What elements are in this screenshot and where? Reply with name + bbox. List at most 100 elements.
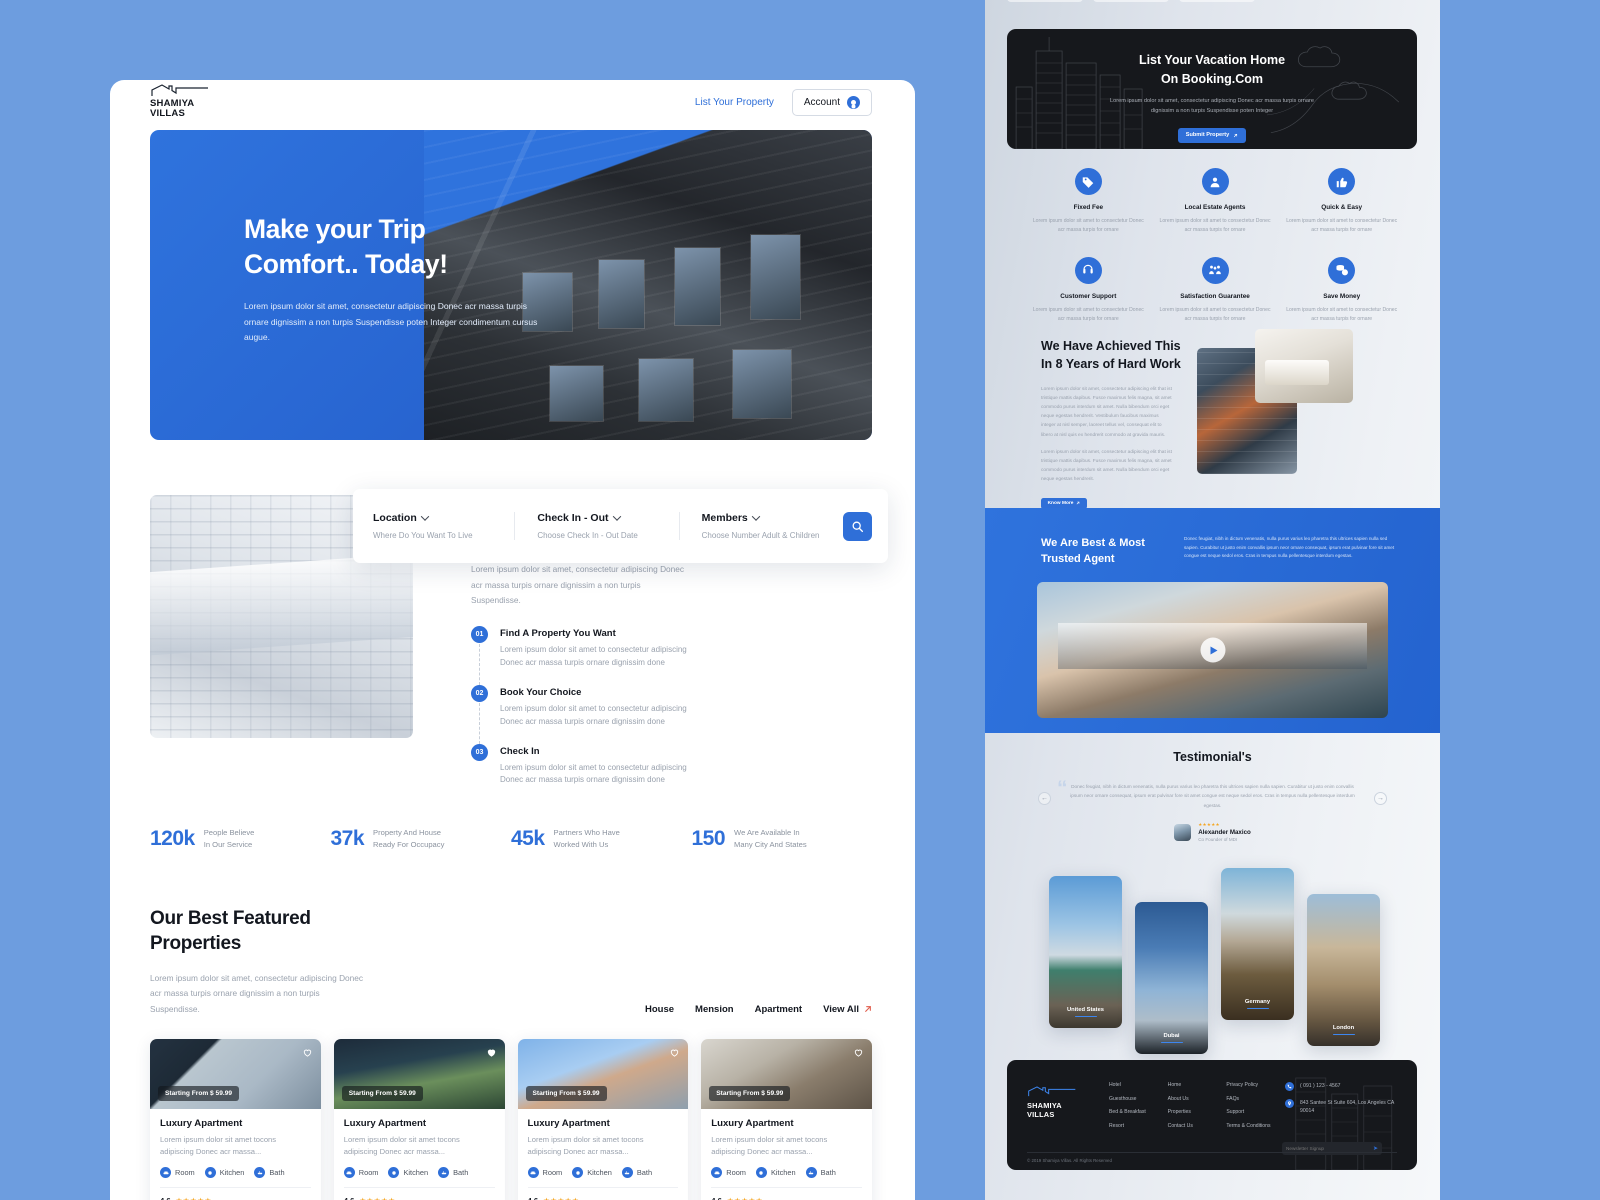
stat-label-line1: People Believe (203, 828, 255, 838)
address: 843 Santee St Suite 604, Los Angeles CA … (1300, 1100, 1395, 1115)
list-your-property-link[interactable]: List Your Property (695, 97, 774, 108)
price-badge: Starting From $ 59.99 (709, 1085, 791, 1101)
destination-card[interactable]: Germany (1221, 868, 1294, 1020)
feature-item: Local Estate Agents Lorem ipsum dolor si… (1152, 168, 1279, 235)
testimonial-quote: Donec feugiat, nibh in dictum venenatis,… (1070, 784, 1355, 808)
rating-value: 4.6 (528, 1196, 539, 1200)
account-button[interactable]: Account (791, 88, 872, 116)
footer-link[interactable]: About Us (1168, 1096, 1227, 1102)
stat-item: 120k People Believe In Our Service (150, 827, 331, 851)
property-title: Luxury Apartment (711, 1117, 794, 1129)
author-rating-stars: ★★★★★ (1198, 822, 1220, 828)
amenities-row: Room Kitchen Bath (343, 1167, 495, 1179)
feature-name: Local Estate Agents (1184, 204, 1246, 211)
phone-number[interactable]: ( 091 ) 123 - 4567 (1300, 1082, 1341, 1090)
agent-video-thumbnail[interactable] (1037, 582, 1388, 719)
property-card[interactable]: Starting From $ 59.99 Luxury Apartment L… (333, 1038, 505, 1200)
hero-title-line1: Make your Trip (244, 214, 426, 244)
rating-row: 4.6 ★★★★★ (343, 1187, 495, 1200)
phone-icon (1285, 1082, 1295, 1091)
destination-name: United States (1049, 1007, 1122, 1018)
testimonial-prev-button[interactable]: ← (1038, 792, 1051, 805)
rating-row: 4.6 ★★★★★ (711, 1187, 862, 1200)
feature-text: Lorem ipsum dolor sit amet to consectetu… (1286, 218, 1398, 233)
footer-link[interactable]: Bed & Breakfast (1109, 1109, 1168, 1115)
hero-paragraph: Lorem ipsum dolor sit amet, consectetur … (244, 300, 538, 343)
footer-link[interactable]: Hotel (1109, 1082, 1168, 1088)
footer-link[interactable]: Terms & Conditions (1226, 1123, 1285, 1129)
footer-link[interactable]: Resort (1109, 1123, 1168, 1129)
footer-link[interactable]: Privacy Policy (1226, 1082, 1285, 1088)
chevron-down-icon (612, 512, 621, 521)
price-tag-icon (1074, 168, 1102, 195)
bath-icon (438, 1167, 450, 1179)
testimonials-title: Testimonial's (1173, 750, 1252, 764)
feature-name: Customer Support (1060, 292, 1117, 300)
testimonials-section: Testimonial's “ Donec feugiat, nibh in d… (985, 750, 1440, 842)
amenities-row: Room Kitchen Bath (160, 1167, 311, 1179)
property-card[interactable]: Starting From $ 59.99 Luxury Apartment L… (701, 1038, 872, 1200)
destination-card[interactable]: Dubai (1135, 902, 1208, 1054)
play-button-icon[interactable] (1200, 637, 1225, 663)
tab-mension[interactable]: Mension (695, 1004, 734, 1015)
amenity-label: Kitchen (587, 1168, 612, 1178)
hero-copy: Make your Trip Comfort.. Today! Lorem ip… (244, 212, 544, 346)
house-logo-icon (150, 83, 216, 99)
newsletter-input[interactable] (1286, 1146, 1364, 1151)
feature-text: Lorem ipsum dolor sit amet to consectetu… (1159, 306, 1271, 322)
footer-link[interactable]: Support (1226, 1109, 1285, 1115)
brand-logo[interactable]: SHAMIYA VILLAS (150, 83, 216, 119)
location-label: Location (373, 512, 417, 524)
stat-value: 150 (691, 827, 726, 851)
footer-link[interactable]: Properties (1168, 1109, 1227, 1115)
stat-label-line2: Many City And States (734, 840, 807, 850)
search-field-dates[interactable]: Check In - Out Choose Check In - Out Dat… (514, 512, 678, 540)
property-description: Lorem ipsum dolor sit amet tocons adipis… (160, 1134, 277, 1157)
brand-line2: VILLAS (150, 107, 185, 119)
search-submit-button[interactable] (842, 511, 872, 541)
know-more-label: Know More (1047, 500, 1074, 506)
step-number: 02 (471, 685, 488, 702)
interior-room-photo (1255, 329, 1353, 403)
footer-link[interactable]: Home (1168, 1082, 1227, 1088)
property-card[interactable]: Starting From $ 59.99 Luxury Apartment L… (517, 1038, 689, 1200)
money-icon (1328, 256, 1356, 284)
amenities-row: Room Kitchen Bath (711, 1167, 862, 1179)
search-field-location[interactable]: Location Where Do You Want To Live (373, 512, 514, 540)
footer-brand-line2: VILLAS (1027, 1109, 1055, 1119)
stat-value: 37k (330, 827, 365, 851)
destination-card[interactable]: London (1307, 894, 1380, 1046)
view-all-button[interactable]: View All (823, 1004, 872, 1015)
tab-apartment[interactable]: Apartment (755, 1004, 803, 1015)
footer-column-types: Hotel Guesthouse Bed & Breakfast Resort (1109, 1082, 1168, 1136)
newsletter-submit-icon[interactable]: ➤ (1373, 1145, 1378, 1152)
amenity-label: Kitchen (403, 1168, 429, 1178)
submit-property-button[interactable]: Submit Property (1178, 127, 1246, 143)
property-image: Starting From $ 59.99 (333, 1038, 505, 1109)
tab-house[interactable]: House (645, 1004, 674, 1015)
property-card[interactable]: Starting From $ 59.99 Luxury Apartment L… (150, 1038, 321, 1200)
search-bar: Location Where Do You Want To Live Check… (353, 489, 888, 563)
destination-card[interactable]: United States (1049, 876, 1122, 1028)
rating-stars: ★★★★★ (727, 1196, 763, 1200)
search-icon (852, 521, 864, 532)
amenity-label: Room (358, 1168, 379, 1178)
testimonial-next-button[interactable]: → (1374, 792, 1387, 805)
house-logo-icon (1028, 1086, 1076, 1097)
footer-logo[interactable]: SHAMIYA VILLAS (1027, 1082, 1109, 1136)
know-more-button[interactable]: Know More (1041, 497, 1087, 509)
search-field-members[interactable]: Members Choose Number Adult & Children (678, 512, 843, 540)
agent-title-line2: Trusted Agent (1041, 553, 1115, 566)
achieve-title-line1: We Have Achieved This (1041, 339, 1181, 353)
site-footer: SHAMIYA VILLAS Hotel Guesthouse Bed & Br… (1007, 1060, 1417, 1170)
featured-title-line2: Properties (150, 933, 241, 955)
achieve-images (1197, 329, 1417, 475)
footer-link[interactable]: FAQs (1226, 1096, 1285, 1102)
feature-text: Lorem ipsum dolor sit amet to consectetu… (1032, 218, 1144, 233)
steps-list: 01 Find A Property You Want Lorem ipsum … (471, 626, 872, 787)
achieve-paragraph-2: Lorem ipsum dolor sit amet, consectetur … (1041, 449, 1172, 483)
footer-link[interactable]: Guesthouse (1109, 1096, 1168, 1102)
banner-title-line2: On Booking.Com (1160, 71, 1264, 86)
footer-link[interactable]: Contact Us (1168, 1123, 1227, 1129)
rating-stars: ★★★★★ (543, 1196, 579, 1200)
